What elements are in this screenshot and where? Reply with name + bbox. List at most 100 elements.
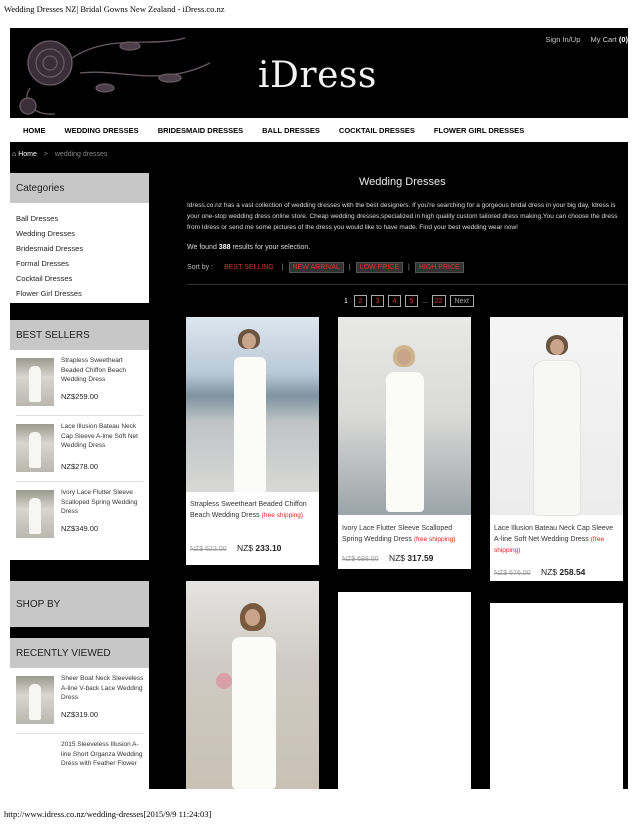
product-name[interactable]: Sheer Boat Neck Sleeveless A-line V-back… xyxy=(61,674,146,703)
page-link-5[interactable]: 5 xyxy=(404,295,418,307)
photo-figure-head xyxy=(245,609,260,626)
page-ellipsis: ... xyxy=(421,297,428,305)
nav-wedding-dresses[interactable]: WEDDING DRESSES xyxy=(65,126,139,135)
category-formal-dresses[interactable]: Formal Dresses xyxy=(16,256,143,271)
product-price: NZ$278.00 xyxy=(61,462,99,471)
sort-separator: | xyxy=(348,264,351,271)
best-seller-item[interactable]: Lace Illusion Bateau Neck Cap Sleeve A-l… xyxy=(16,416,143,482)
breadcrumb: ⌂ Home > wedding dresses xyxy=(12,151,107,158)
product-name[interactable]: Lace Illusion Bateau Neck Cap Sleeve A-l… xyxy=(494,523,619,556)
breadcrumb-separator: > xyxy=(43,151,48,158)
product-thumbnail[interactable] xyxy=(16,490,54,538)
product-thumbnail[interactable] xyxy=(16,676,54,724)
product-photo[interactable] xyxy=(490,317,623,515)
product-name[interactable]: Lace Illusion Bateau Neck Cap Sleeve A-l… xyxy=(61,422,146,451)
nav-flower-girl-dresses[interactable]: FLOWER GIRL DRESSES xyxy=(434,126,524,135)
nav-bridesmaid-dresses[interactable]: BRIDESMAID DRESSES xyxy=(158,126,243,135)
new-price-prefix: NZ$ xyxy=(236,543,254,553)
pagination: 1 2 3 4 5 ... 22 Next xyxy=(344,295,478,307)
recent-item[interactable]: Sheer Boat Neck Sleeveless A-line V-back… xyxy=(16,668,143,734)
intro-text: Idress.co.nz has a vast collection of we… xyxy=(187,202,618,231)
best-sellers-title: BEST SELLERS xyxy=(10,320,149,350)
category-bridesmaid-dresses[interactable]: Bridesmaid Dresses xyxy=(16,241,143,256)
product-thumbnail[interactable] xyxy=(16,424,54,472)
nav-cocktail-dresses[interactable]: COCKTAIL DRESSES xyxy=(339,126,415,135)
breadcrumb-current: wedding dresses xyxy=(54,151,108,158)
product-photo[interactable] xyxy=(186,317,319,492)
recently-viewed-title: RECENTLY VIEWED xyxy=(10,638,149,668)
floral-decoration xyxy=(19,37,211,115)
product-price: NZ$349.00 xyxy=(61,524,99,533)
site-logo[interactable]: iDress xyxy=(258,55,377,96)
old-price: NZ$ 676.00 xyxy=(494,570,531,577)
next-page-button[interactable]: Next xyxy=(449,295,474,307)
sort-best-selling[interactable]: BEST SELLING xyxy=(221,263,277,272)
sort-low-price[interactable]: LOW PRICE xyxy=(355,262,404,273)
results-prefix: We found xyxy=(187,244,217,251)
product-prices: NZ$ 622.00 NZ$ 233.10 xyxy=(190,543,281,553)
product-prices: NZ$ 676.00 NZ$ 258.54 xyxy=(494,567,585,577)
product-card[interactable]: Ivory Lace Flutter Sleeve Scalloped Spri… xyxy=(338,317,471,569)
page-link-last[interactable]: 22 xyxy=(431,295,446,307)
best-seller-item[interactable]: Strapless Sweetheart Beaded Chiffon Beac… xyxy=(16,350,143,416)
main-nav: HOME WEDDING DRESSES BRIDESMAID DRESSES … xyxy=(10,118,628,142)
sort-high-price[interactable]: HIGH PRICE xyxy=(414,262,464,273)
product-name[interactable]: Strapless Sweetheart Beaded Chiffon Beac… xyxy=(190,499,315,521)
sort-new-arrival[interactable]: NEW ARRIVAL xyxy=(288,262,344,273)
results-count: We found 388 results for your selection. xyxy=(187,244,310,251)
photo-figure-head xyxy=(397,349,411,365)
photo-figure-head xyxy=(242,333,256,349)
user-links: Sign In/Up My Cart (0) xyxy=(537,35,628,44)
best-sellers-box: BEST SELLERS Strapless Sweetheart Beaded… xyxy=(10,320,149,560)
photo-dress xyxy=(232,637,276,789)
product-card[interactable]: Strapless Sweetheart Beaded Chiffon Beac… xyxy=(186,317,319,565)
photo-dress xyxy=(534,361,580,515)
free-shipping-label: (free shipping) xyxy=(261,512,304,519)
new-price: 258.54 xyxy=(559,567,586,577)
free-shipping-label: (free shipping) xyxy=(413,536,456,543)
old-price: NZ$ 698.00 xyxy=(342,556,379,563)
breadcrumb-home[interactable]: Home xyxy=(18,151,37,158)
recent-item[interactable]: 2015 Sleeveless Illusion A-line Short Or… xyxy=(16,734,143,789)
categories-box: Categories Ball Dresses Wedding Dresses … xyxy=(10,173,149,303)
product-prices: NZ$ 698.00 NZ$ 317.59 xyxy=(342,553,433,563)
best-seller-item[interactable]: Ivory Lace Flutter Sleeve Scalloped Spri… xyxy=(16,482,143,548)
product-name[interactable]: Ivory Lace Flutter Sleeve Scalloped Spri… xyxy=(342,523,467,545)
category-ball-dresses[interactable]: Ball Dresses xyxy=(16,211,143,226)
print-footer-url: http://www.idress.co.nz/wedding-dresses[… xyxy=(4,809,212,819)
results-number: 388 xyxy=(218,244,231,251)
product-photo[interactable] xyxy=(186,581,319,789)
home-icon: ⌂ xyxy=(12,151,17,158)
product-card-placeholder[interactable] xyxy=(490,603,623,789)
category-wedding-dresses[interactable]: Wedding Dresses xyxy=(16,226,143,241)
photo-dress xyxy=(234,357,266,492)
new-price: 233.10 xyxy=(255,543,282,553)
page-current: 1 xyxy=(344,297,348,305)
product-name[interactable]: Strapless Sweetheart Beaded Chiffon Beac… xyxy=(61,356,146,385)
page-link-4[interactable]: 4 xyxy=(387,295,401,307)
nav-ball-dresses[interactable]: BALL DRESSES xyxy=(262,126,320,135)
product-name[interactable]: Ivory Lace Flutter Sleeve Scalloped Spri… xyxy=(61,488,146,517)
product-card[interactable] xyxy=(186,581,319,789)
page-link-3[interactable]: 3 xyxy=(370,295,384,307)
product-price: NZ$319.00 xyxy=(61,710,99,719)
sign-in-link[interactable]: Sign In/Up xyxy=(545,35,580,44)
bouquet-icon xyxy=(216,673,232,689)
new-price-prefix: NZ$ xyxy=(540,567,558,577)
product-card-placeholder[interactable] xyxy=(338,592,471,789)
photo-figure-head xyxy=(550,339,564,355)
product-thumbnail[interactable] xyxy=(16,358,54,406)
recently-viewed-box: RECENTLY VIEWED Sheer Boat Neck Sleevele… xyxy=(10,638,149,789)
cart-link[interactable]: My Cart (0) xyxy=(590,35,628,44)
category-flower-girl-dresses[interactable]: Flower Girl Dresses xyxy=(16,286,143,301)
page: iDress Sign In/Up My Cart (0) HOME WEDDI… xyxy=(10,28,628,789)
sort-separator: | xyxy=(408,264,410,271)
product-photo[interactable] xyxy=(338,317,471,515)
site-header: iDress Sign In/Up My Cart (0) xyxy=(10,28,628,118)
product-name[interactable]: 2015 Sleeveless Illusion A-line Short Or… xyxy=(61,740,146,769)
nav-home[interactable]: HOME xyxy=(23,126,46,135)
category-cocktail-dresses[interactable]: Cocktail Dresses xyxy=(16,271,143,286)
product-card[interactable]: Lace Illusion Bateau Neck Cap Sleeve A-l… xyxy=(490,317,623,581)
sort-bar: Sort by : BEST SELLING | NEW ARRIVAL | L… xyxy=(187,262,466,273)
page-link-2[interactable]: 2 xyxy=(353,295,367,307)
